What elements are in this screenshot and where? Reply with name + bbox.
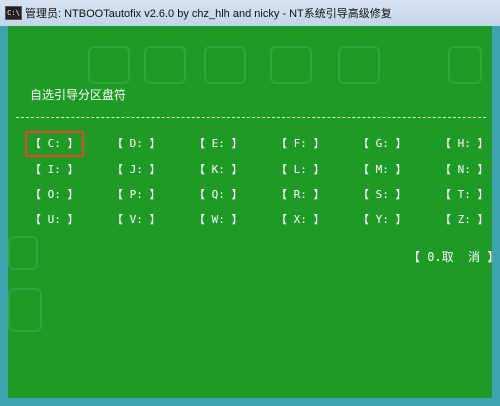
console-client-area: 自选引导分区盘符 【 C: 】【 D: 】【 E: 】【 F: 】【 G: 】【… [8,26,492,398]
drive-s-button[interactable]: 【 S: 】 [358,187,407,203]
drive-r-button[interactable]: 【 R: 】 [276,187,325,203]
drive-z-button[interactable]: 【 Z: 】 [440,212,489,228]
drive-m-button[interactable]: 【 M: 】 [358,162,407,178]
drive-k-button[interactable]: 【 K: 】 [194,162,243,178]
drive-n-button[interactable]: 【 N: 】 [440,162,489,178]
drive-w-button[interactable]: 【 W: 】 [194,212,243,228]
drive-v-button[interactable]: 【 V: 】 [112,212,161,228]
drive-q-button[interactable]: 【 Q: 】 [194,187,243,203]
drive-u-button[interactable]: 【 U: 】 [30,212,79,228]
drive-selection-panel: 自选引导分区盘符 【 C: 】【 D: 】【 E: 】【 F: 】【 G: 】【… [8,26,492,398]
dialog-heading: 自选引导分区盘符 [30,88,127,102]
drive-f-button[interactable]: 【 F: 】 [276,136,325,152]
window-frame-bottom [0,398,500,406]
drive-c-button[interactable]: 【 C: 】 [25,131,84,157]
drive-x-button[interactable]: 【 X: 】 [276,212,325,228]
drive-i-button[interactable]: 【 I: 】 [30,162,79,178]
drive-o-button[interactable]: 【 O: 】 [30,187,79,203]
cancel-button[interactable]: 【 0.取 消 】 [408,248,492,265]
window-frame-right [492,26,500,406]
drive-e-button[interactable]: 【 E: 】 [194,136,243,152]
drive-t-button[interactable]: 【 T: 】 [440,187,489,203]
window-frame-left [0,26,8,406]
title-bar[interactable]: C:\ 管理员: NTBOOTautofix v2.6.0 by chz_hlh… [0,0,500,27]
drive-g-button[interactable]: 【 G: 】 [358,136,407,152]
drive-d-button[interactable]: 【 D: 】 [112,136,161,152]
window-title: 管理员: NTBOOTautofix v2.6.0 by chz_hlh and… [25,8,392,20]
drive-y-button[interactable]: 【 Y: 】 [358,212,407,228]
drive-l-button[interactable]: 【 L: 】 [276,162,325,178]
dashed-divider [16,117,486,118]
console-window: C:\ 管理员: NTBOOTautofix v2.6.0 by chz_hlh… [0,0,500,406]
drive-h-button[interactable]: 【 H: 】 [440,136,489,152]
drive-j-button[interactable]: 【 J: 】 [112,162,161,178]
console-icon: C:\ [5,6,22,20]
drive-p-button[interactable]: 【 P: 】 [112,187,161,203]
